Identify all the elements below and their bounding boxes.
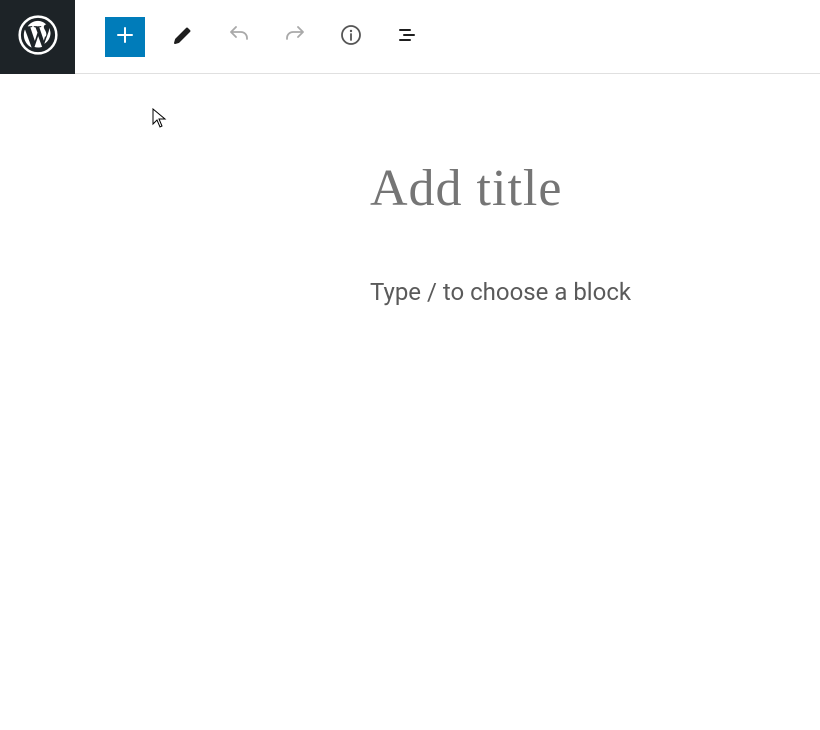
redo-icon (283, 23, 307, 50)
list-view-icon (395, 23, 419, 50)
undo-icon (227, 23, 251, 50)
wordpress-logo-icon (18, 15, 58, 59)
editor-canvas[interactable]: Type / to choose a block (0, 74, 820, 306)
undo-button[interactable] (221, 19, 257, 55)
pencil-icon (171, 23, 195, 50)
plus-icon (113, 23, 137, 50)
details-button[interactable] (333, 19, 369, 55)
add-block-button[interactable] (105, 17, 145, 57)
block-placeholder-prompt[interactable]: Type / to choose a block (370, 278, 760, 306)
info-icon (339, 23, 363, 50)
post-title-input[interactable] (370, 159, 760, 218)
redo-button[interactable] (277, 19, 313, 55)
wordpress-logo-button[interactable] (0, 0, 75, 74)
editor-toolbar (0, 0, 820, 74)
document-overview-button[interactable] (389, 19, 425, 55)
toolbar-button-group (75, 17, 425, 57)
tools-button[interactable] (165, 19, 201, 55)
